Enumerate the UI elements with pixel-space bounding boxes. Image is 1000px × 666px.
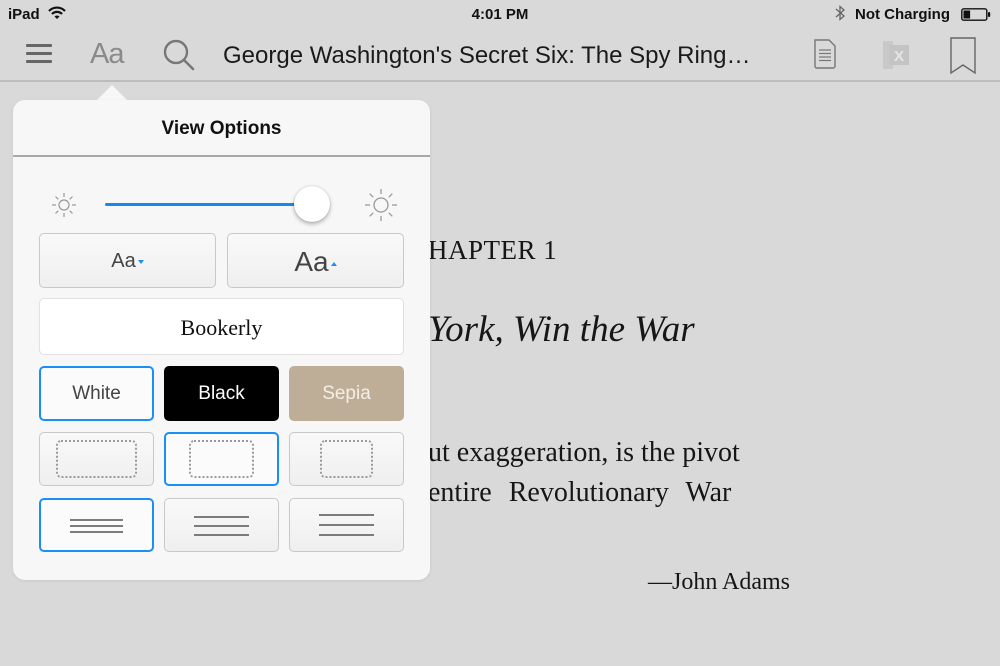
book-title: George Washington's Secret Six: The Spy … — [223, 42, 751, 69]
battery-icon — [961, 8, 991, 21]
notes-icon[interactable] — [812, 38, 838, 70]
theme-sepia-button[interactable]: Sepia — [289, 366, 404, 421]
margin-wide-icon — [320, 440, 373, 478]
epigraph-line: entire Revolutionary War — [428, 477, 732, 508]
clock: 4:01 PM — [471, 6, 529, 23]
brightness-slider-track[interactable] — [105, 203, 312, 206]
line-spacing-normal-icon — [194, 516, 249, 543]
epigraph-attribution: —John Adams — [648, 569, 791, 595]
bluetooth-icon — [835, 5, 845, 21]
sun-large-icon — [365, 189, 397, 221]
view-options-button[interactable]: Aa — [90, 38, 124, 71]
bookmark-icon[interactable] — [949, 37, 977, 75]
brightness-slider-thumb[interactable] — [294, 186, 330, 222]
menu-icon[interactable] — [26, 44, 52, 66]
margin-normal-icon — [189, 440, 254, 478]
svg-text:X: X — [894, 48, 904, 65]
line-spacing-wide-icon — [319, 514, 374, 544]
line-spacing-compact-icon — [70, 519, 123, 537]
line-spacing-compact-button[interactable] — [39, 498, 154, 552]
margin-narrow-button[interactable] — [39, 432, 154, 486]
margin-narrow-icon — [56, 440, 137, 478]
popover-arrow — [97, 85, 127, 100]
view-options-popover: View Options Aa Aa Bookerly White Black … — [13, 100, 430, 580]
caret-up-icon — [330, 261, 337, 266]
popover-title: View Options — [13, 100, 430, 157]
increase-font-label: Aa — [294, 246, 329, 277]
margin-wide-button[interactable] — [289, 432, 404, 486]
charging-status: Not Charging — [855, 6, 950, 23]
chapter-heading: HAPTER 1 — [428, 235, 558, 265]
line-spacing-normal-button[interactable] — [164, 498, 279, 552]
caret-down-icon — [137, 259, 144, 264]
sun-small-icon — [52, 193, 76, 217]
theme-black-button[interactable]: Black — [164, 366, 279, 421]
theme-white-button[interactable]: White — [39, 366, 154, 421]
decrease-font-size-button[interactable]: Aa — [39, 233, 216, 288]
margin-normal-button[interactable] — [164, 432, 279, 486]
font-family-button[interactable]: Bookerly — [39, 298, 404, 355]
epigraph-line: ut exaggeration, is the pivot — [428, 437, 740, 468]
reader-toolbar: Aa George Washington's Secret Six: The S… — [0, 30, 1000, 82]
status-bar: iPad 4:01 PM Not Charging — [0, 0, 1000, 30]
search-icon[interactable] — [162, 38, 196, 72]
line-spacing-wide-button[interactable] — [289, 498, 404, 552]
xray-icon[interactable]: X — [882, 39, 912, 71]
chapter-subtitle: York, Win the War — [428, 309, 695, 350]
increase-font-size-button[interactable]: Aa — [227, 233, 404, 288]
battery-level — [963, 10, 971, 19]
decrease-font-label: Aa — [111, 250, 136, 272]
